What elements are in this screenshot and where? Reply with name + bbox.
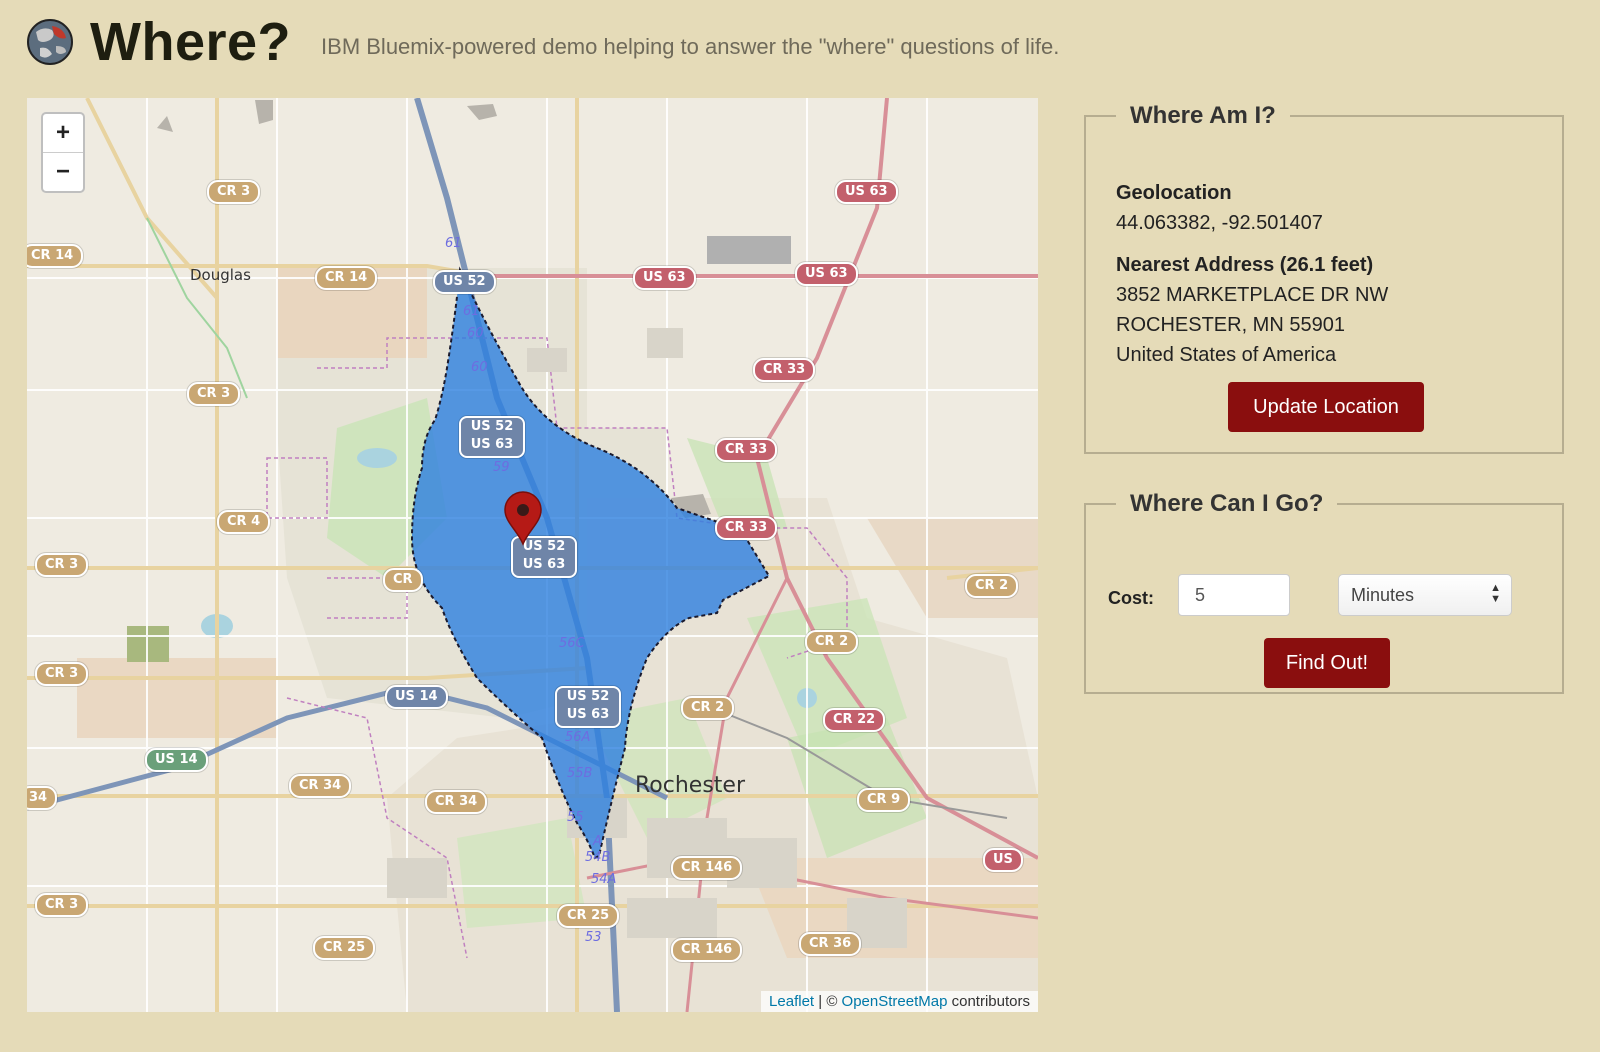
address-line-2: ROCHESTER, MN 55901 (1116, 314, 1345, 336)
road-shield: CR 33 (753, 358, 816, 382)
nearest-address-label: Nearest Address (26.1 feet) (1116, 254, 1374, 276)
location-marker-icon[interactable] (503, 490, 543, 546)
road-shield: CR (383, 568, 423, 592)
geolocation-label: Geolocation (1116, 182, 1232, 204)
road-shield: CR 14 (27, 244, 84, 268)
exit-label: A (593, 834, 602, 849)
osm-link[interactable]: OpenStreetMap (842, 993, 948, 1010)
road-shield: CR 2 (805, 630, 859, 654)
road-shield: 34 (27, 786, 58, 810)
exit-label: 53 (585, 930, 602, 945)
road-shield: CR 25 (557, 904, 620, 928)
exit-label: 61 (463, 304, 480, 319)
unit-select-value: Minutes (1351, 585, 1415, 605)
road-shield: US 63 (633, 266, 696, 290)
road-shield: CR 3 (35, 553, 89, 577)
exit-label: 55B (567, 766, 593, 781)
map-view[interactable]: Douglas Rochester CR 3 CR 14 CR 14 CR 3 … (27, 98, 1038, 1012)
road-shield: US (983, 848, 1023, 872)
address-line-1: 3852 MARKETPLACE DR NW (1116, 284, 1389, 306)
road-shield: US 63 (795, 262, 858, 286)
place-rochester: Rochester (635, 773, 745, 798)
road-shield: CR 33 (715, 438, 778, 462)
cost-input[interactable] (1178, 574, 1290, 616)
address-line-3: United States of America (1116, 344, 1337, 366)
globe-logo-icon (27, 19, 73, 65)
exit-label: 56A (565, 730, 591, 745)
place-douglas: Douglas (190, 266, 251, 284)
road-shield: CR 2 (965, 574, 1019, 598)
road-shield: CR 146 (671, 856, 743, 880)
road-shield: CR 146 (671, 938, 743, 962)
update-location-button[interactable]: Update Location (1228, 382, 1424, 432)
select-arrows-icon: ▲ ▼ (1490, 582, 1501, 605)
page-subtitle: IBM Bluemix-powered demo helping to answ… (321, 34, 1060, 59)
map-attribution: Leaflet | © OpenStreetMap contributors (761, 991, 1038, 1012)
zoom-control: + − (41, 112, 85, 193)
attribution-separator: | © (814, 993, 842, 1010)
where-can-i-go-legend: Where Can I Go? (1130, 490, 1324, 517)
zoom-in-button[interactable]: + (43, 114, 83, 153)
road-shield: CR 34 (425, 790, 488, 814)
road-shield-us52-us63: US 52 US 63 (459, 416, 525, 458)
road-shield: US 52 (433, 270, 496, 294)
road-shield: CR 36 (799, 932, 862, 956)
page-title: Where? (90, 12, 292, 72)
road-shield: CR 22 (823, 708, 886, 732)
exit-label: 55 (567, 810, 584, 825)
find-out-button[interactable]: Find Out! (1264, 638, 1390, 688)
leaflet-link[interactable]: Leaflet (769, 993, 814, 1010)
road-shield: CR 14 (315, 266, 378, 290)
road-shield: CR 3 (35, 893, 89, 917)
road-shield: CR 3 (35, 662, 89, 686)
road-shield: CR 4 (217, 510, 271, 534)
exit-label: 56C (559, 636, 585, 651)
road-shield: CR 25 (313, 936, 376, 960)
attribution-suffix: contributors (947, 993, 1030, 1010)
where-am-i-legend: Where Am I? (1130, 102, 1276, 129)
exit-label: 60 (471, 360, 488, 375)
road-shield-us52-us63: US 52 US 63 (555, 686, 621, 728)
road-shield: CR 2 (681, 696, 735, 720)
where-am-i-panel: Where Am I? Geolocation 44.063382, -92.5… (1084, 102, 1564, 454)
road-shield: CR 33 (715, 516, 778, 540)
exit-label: 54A (591, 872, 617, 887)
header: Where? IBM Bluemix-powered demo helping … (26, 14, 1059, 70)
road-shield: CR 3 (207, 180, 261, 204)
zoom-out-button[interactable]: − (43, 153, 83, 191)
exit-label: 54B (585, 850, 611, 865)
exit-label: 59 (493, 460, 510, 475)
road-shield: US 14 (385, 685, 448, 709)
road-shield: CR 9 (857, 788, 911, 812)
exit-label: 60 (467, 326, 484, 341)
road-shield: CR 34 (289, 774, 352, 798)
road-shield: US 14 (145, 748, 208, 772)
road-shield: CR 3 (187, 382, 241, 406)
exit-label: 61 (445, 236, 462, 251)
road-shield: US 63 (835, 180, 898, 204)
unit-select[interactable]: Minutes ▲ ▼ (1338, 574, 1512, 616)
where-can-i-go-panel: Where Can I Go? Cost: Minutes ▲▼ Find Ou… (1084, 490, 1564, 694)
cost-label: Cost: (1108, 588, 1154, 608)
geolocation-value: 44.063382, -92.501407 (1116, 212, 1323, 234)
